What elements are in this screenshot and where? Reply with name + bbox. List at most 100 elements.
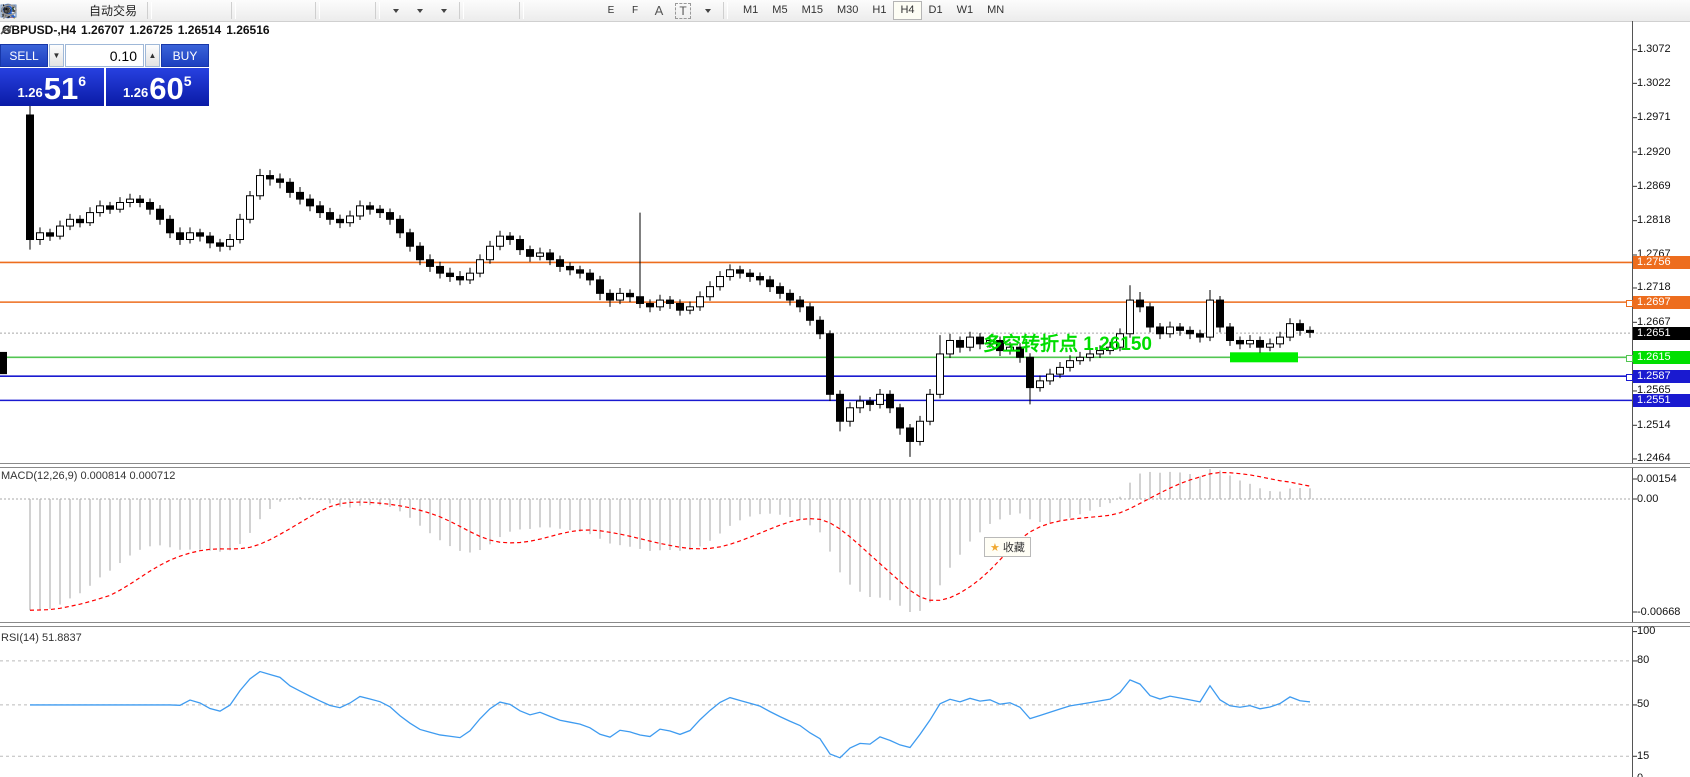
zoom-in-icon[interactable]: [240, 1, 262, 20]
line-chart-icon[interactable]: [204, 1, 226, 20]
macd-pane-separator[interactable]: [0, 463, 1690, 468]
sell-price-button[interactable]: 1.26 51 6: [0, 68, 104, 106]
timeframe-button-m15[interactable]: M15: [795, 1, 830, 20]
candle-body: [117, 202, 124, 209]
symbol-title: GBPUSD-,H4: [2, 23, 76, 37]
rsi-axis-label: 100: [1637, 625, 1655, 637]
tile-windows-icon[interactable]: [288, 1, 310, 20]
candle-body: [1247, 340, 1254, 343]
separator: [231, 2, 236, 19]
timeframe-button-m1[interactable]: M1: [736, 1, 765, 20]
candle-body: [917, 421, 924, 441]
template-icon[interactable]: [432, 1, 454, 20]
buy-button[interactable]: BUY: [161, 44, 209, 67]
candle-body: [47, 233, 54, 236]
timeframe-button-m5[interactable]: M5: [765, 1, 794, 20]
candle-body: [387, 213, 394, 220]
volume-up-button[interactable]: ▲: [145, 44, 160, 67]
dropdown-caret[interactable]: [417, 9, 423, 13]
candle-body: [767, 280, 774, 287]
crosshair-icon[interactable]: [492, 1, 514, 20]
horizontal-line-tool-icon[interactable]: [552, 1, 574, 20]
dropdown-caret[interactable]: [705, 9, 711, 13]
timeframe-button-d1[interactable]: D1: [922, 1, 950, 20]
arrows-tool-icon[interactable]: [696, 1, 718, 20]
timeframe-button-h4[interactable]: H4: [893, 1, 921, 20]
equidistant-channel-tool-icon[interactable]: E: [600, 1, 622, 20]
candle-body: [277, 179, 284, 182]
timeframe-button-mn[interactable]: MN: [980, 1, 1011, 20]
candle-body: [337, 219, 344, 222]
indicator-window-alt-icon[interactable]: [348, 1, 370, 20]
autotrading-button[interactable]: 自动交易: [87, 1, 142, 20]
candle-body: [867, 401, 874, 404]
candle-body: [287, 182, 294, 192]
volume-input[interactable]: 0.10: [65, 44, 144, 67]
sell-price-big: 51: [44, 74, 78, 104]
macd-axis-label: -0.00668: [1637, 606, 1680, 618]
sell-button[interactable]: SELL: [0, 44, 48, 67]
edge-partial-candle: [0, 352, 7, 374]
add-indicator-icon[interactable]: [384, 1, 406, 20]
data-window-icon[interactable]: [39, 1, 61, 20]
market-watch-icon[interactable]: [15, 1, 37, 20]
macd-title: MACD(12,26,9) 0.000814 0.000712: [1, 470, 175, 482]
price-axis-label: 1.3072: [1637, 43, 1671, 55]
timeframe-button-w1[interactable]: W1: [950, 1, 981, 20]
timeframe-toolbar: M1M5M15M30H1H4D1W1MN: [736, 1, 1011, 20]
text-tool-letter: A: [655, 3, 664, 18]
macd-axis-label: 0.00: [1637, 493, 1658, 505]
candle-body: [827, 334, 834, 395]
fibonacci-tool-icon[interactable]: F: [624, 1, 646, 20]
candle-body: [567, 266, 574, 269]
candle-body: [417, 246, 424, 259]
candle-body: [1177, 327, 1184, 330]
candle-body: [317, 206, 324, 213]
rsi-axis-label: 15: [1637, 750, 1649, 762]
chat-icon[interactable]: [1664, 1, 1686, 20]
rsi-indicator-pane[interactable]: [0, 626, 1690, 777]
macd-indicator-pane[interactable]: [0, 467, 1690, 624]
candle-body: [1137, 300, 1144, 307]
candle-body: [1237, 340, 1244, 343]
buy-price-pip: 5: [184, 66, 192, 96]
candle-body: [537, 253, 544, 256]
candlestick-chart-icon[interactable]: [180, 1, 202, 20]
dropdown-caret[interactable]: [441, 9, 447, 13]
text-tool-icon[interactable]: A: [648, 1, 670, 20]
bar-chart-icon[interactable]: [156, 1, 178, 20]
trendline-tool-icon[interactable]: [576, 1, 598, 20]
autotrading-label: 自动交易: [89, 2, 140, 19]
dropdown-caret[interactable]: [393, 9, 399, 13]
price-axis-label: 1.2971: [1637, 111, 1671, 123]
candle-body: [397, 219, 404, 232]
label-tool-icon[interactable]: T: [672, 1, 694, 20]
vertical-line-tool-icon[interactable]: [528, 1, 550, 20]
candle-body: [1047, 374, 1054, 381]
candle-body: [717, 277, 724, 287]
timeframe-button-m30[interactable]: M30: [830, 1, 865, 20]
indicator-window-icon[interactable]: [324, 1, 346, 20]
buy-price-button[interactable]: 1.26 60 5: [106, 68, 210, 106]
candle-body: [617, 293, 624, 300]
price-chart[interactable]: [0, 21, 1690, 464]
search-icon[interactable]: [1636, 1, 1658, 20]
star-icon: ★: [990, 541, 1000, 554]
separator: [519, 2, 524, 19]
separator: [459, 2, 464, 19]
signals-icon[interactable]: [63, 1, 85, 20]
candle-body: [127, 199, 134, 202]
candle-body: [857, 401, 864, 408]
candle-body: [307, 199, 314, 206]
rsi-pane-separator[interactable]: [0, 622, 1690, 627]
favorite-badge[interactable]: ★ 收藏: [984, 537, 1031, 557]
candle-body: [647, 303, 654, 306]
candle-body: [677, 303, 684, 310]
periods-clock-icon[interactable]: [408, 1, 430, 20]
timeframe-button-h1[interactable]: H1: [865, 1, 893, 20]
line-anchor-square: [1626, 374, 1633, 381]
zoom-out-icon[interactable]: [264, 1, 286, 20]
cursor-icon[interactable]: [468, 1, 490, 20]
highlight-bar: [1230, 352, 1298, 362]
volume-down-button[interactable]: ▼: [49, 44, 64, 67]
